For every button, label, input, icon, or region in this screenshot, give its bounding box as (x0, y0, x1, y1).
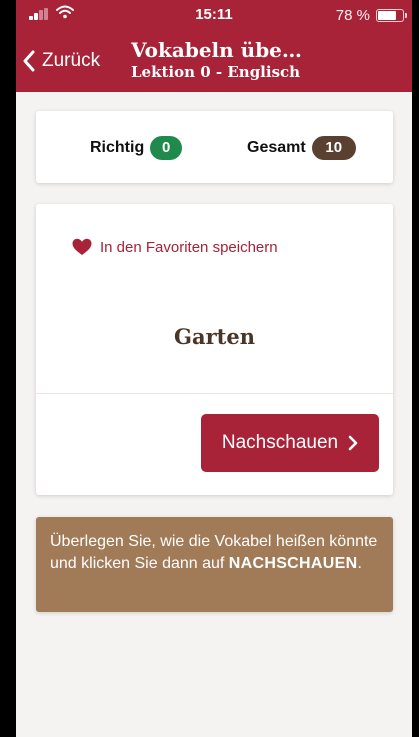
app-screen: 15:11 78 % Zurück Vokabeln übe… Lektion … (16, 0, 412, 737)
save-favorite-button[interactable]: In den Favoriten speichern (72, 238, 278, 256)
hint-text-end: . (357, 555, 362, 572)
hint-emphasis: NACHSCHAUEN (228, 555, 358, 572)
score-total: Gesamt 10 (247, 136, 356, 160)
navigation-bar: Zurück Vokabeln übe… Lektion 0 - Englisc… (16, 32, 412, 92)
hint-box: Überlegen Sie, wie die Vokabel heißen kö… (36, 517, 393, 612)
divider (36, 393, 393, 394)
back-label: Zurück (42, 50, 101, 71)
page-subtitle: Lektion 0 - Englisch (131, 63, 301, 81)
lookup-button[interactable]: Nachschauen (201, 414, 379, 472)
nav-titles: Vokabeln übe… Lektion 0 - Englisch (131, 38, 401, 82)
chevron-right-icon (348, 435, 358, 451)
correct-count-badge: 0 (150, 136, 183, 160)
vocab-card: In den Favoriten speichern Garten Nachsc… (36, 204, 393, 495)
total-label: Gesamt (247, 139, 306, 156)
correct-label: Richtig (90, 139, 145, 156)
score-correct: Richtig 0 (90, 136, 183, 160)
status-bar: 15:11 78 % (16, 0, 412, 30)
vocab-word: Garten (174, 324, 255, 349)
heart-icon (72, 238, 92, 255)
device-frame: 15:11 78 % Zurück Vokabeln übe… Lektion … (0, 0, 419, 737)
total-count-badge: 10 (311, 136, 356, 160)
page-title: Vokabeln übe… (131, 38, 302, 62)
battery-icon (376, 9, 407, 22)
favorite-label: In den Favoriten speichern (100, 238, 278, 256)
lookup-label: Nachschauen (221, 432, 339, 453)
score-card: Richtig 0 Gesamt 10 (36, 111, 393, 183)
chevron-left-icon (23, 50, 35, 72)
app-header: 15:11 78 % Zurück Vokabeln übe… Lektion … (16, 0, 412, 92)
back-button[interactable]: Zurück (22, 46, 100, 76)
battery-percent: 78 % (335, 7, 370, 24)
